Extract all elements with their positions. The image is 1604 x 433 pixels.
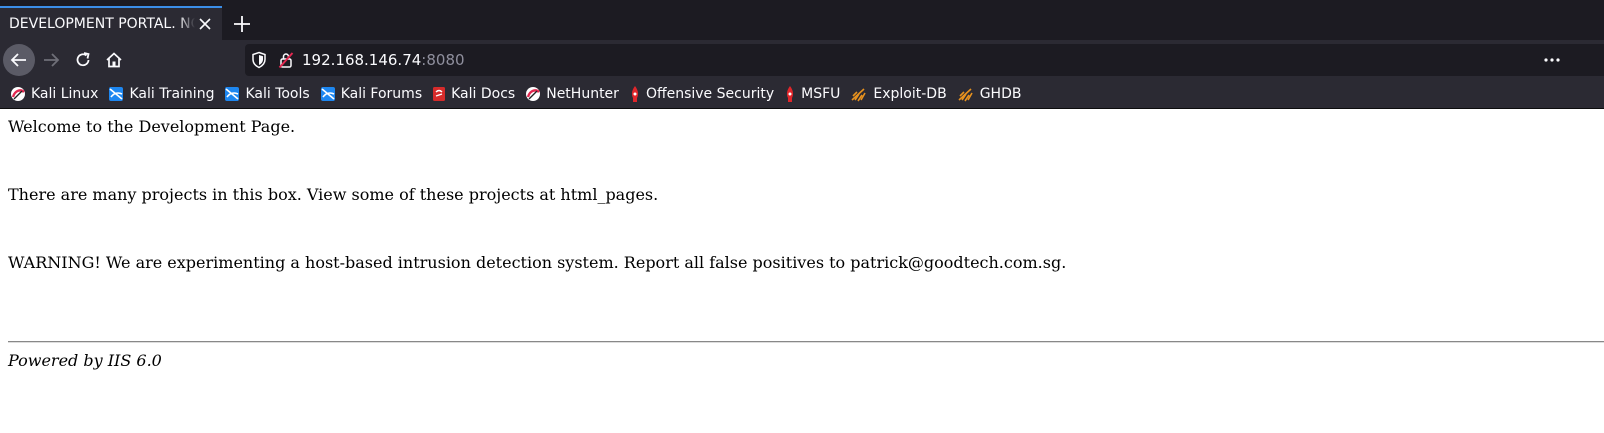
nethunter-icon <box>526 87 541 101</box>
home-icon <box>106 52 122 68</box>
footer-text: Powered by IIS 6.0 <box>8 351 162 370</box>
close-icon[interactable] <box>197 16 213 32</box>
page-content: Welcome to the Development Page. There a… <box>0 109 1604 378</box>
bookmark-label: MSFU <box>801 86 841 102</box>
bookmark-msfu[interactable]: MSFU <box>784 85 840 103</box>
bookmark-ghdb[interactable]: GHDB <box>957 86 1022 102</box>
tab-strip: DEVELOPMENT PORTAL. NOT FOR OUTSIDERS OR… <box>0 0 1604 40</box>
bookmark-kali-forums[interactable]: Kali Forums <box>320 86 422 102</box>
bookmark-label: NetHunter <box>546 86 619 102</box>
kali-training-icon <box>109 87 124 101</box>
exploit-db-icon <box>851 88 867 102</box>
back-button[interactable] <box>3 44 35 76</box>
bookmark-exploit-db[interactable]: Exploit-DB <box>850 86 947 102</box>
kali-dragon-icon <box>11 87 25 101</box>
bookmark-label: Offensive Security <box>645 86 775 102</box>
bookmark-kali-training[interactable]: Kali Training <box>108 86 214 102</box>
projects-text: There are many projects in this box. Vie… <box>8 185 659 204</box>
url-bar[interactable]: 192.168.146.74:8080 <box>245 44 1604 76</box>
home-button[interactable] <box>98 44 130 76</box>
bookmark-label: Kali Forums <box>340 86 423 102</box>
reload-icon <box>76 52 90 67</box>
bookmark-label: Kali Docs <box>451 86 516 102</box>
kali-tools-icon <box>225 87 240 101</box>
welcome-text: Welcome to the Development Page. <box>8 117 296 136</box>
kali-docs-icon <box>433 87 446 101</box>
url-host: 192.168.146.74 <box>302 51 422 69</box>
reload-button[interactable] <box>67 44 99 76</box>
bookmark-label: Kali Training <box>129 86 215 102</box>
horizontal-rule <box>8 341 1604 343</box>
offsec-icon <box>631 86 638 102</box>
bookmark-nethunter[interactable]: NetHunter <box>525 86 619 102</box>
bookmark-label: Kali Tools <box>245 86 310 102</box>
bookmark-label: Kali Linux <box>31 86 99 102</box>
bookmark-offensive-security[interactable]: Offensive Security <box>629 85 774 103</box>
forward-arrow-icon <box>44 53 60 67</box>
tab-title: DEVELOPMENT PORTAL. NOT FOR OUTSIDERS OR… <box>9 16 195 32</box>
new-tab-plus-icon[interactable] <box>230 12 254 36</box>
active-tab[interactable]: DEVELOPMENT PORTAL. NOT FOR OUTSIDERS OR… <box>0 8 222 40</box>
kali-forums-icon <box>320 87 335 101</box>
back-arrow-icon <box>10 53 26 67</box>
ghdb-icon <box>958 88 973 102</box>
url-text: 192.168.146.74:8080 <box>302 51 465 69</box>
bookmark-kali-linux[interactable]: Kali Linux <box>10 86 98 102</box>
url-port: :8080 <box>421 51 465 69</box>
warning-text: WARNING! We are experimenting a host-bas… <box>8 253 1067 272</box>
bookmarks-toolbar: Kali Linux Kali Training Kali Tools Kali… <box>0 80 1604 109</box>
bookmark-kali-tools[interactable]: Kali Tools <box>224 86 310 102</box>
bookmark-label: Exploit-DB <box>873 86 947 102</box>
nav-toolbar: 192.168.146.74:8080 <box>0 40 1604 80</box>
page-actions-dots-icon[interactable] <box>1543 52 1561 68</box>
insecure-lock-icon[interactable] <box>278 51 294 69</box>
bookmark-label: GHDB <box>979 86 1022 102</box>
bookmark-kali-docs[interactable]: Kali Docs <box>432 86 515 102</box>
msfu-icon <box>787 86 794 102</box>
forward-button[interactable] <box>35 44 67 76</box>
tracking-shield-icon[interactable] <box>251 51 267 69</box>
